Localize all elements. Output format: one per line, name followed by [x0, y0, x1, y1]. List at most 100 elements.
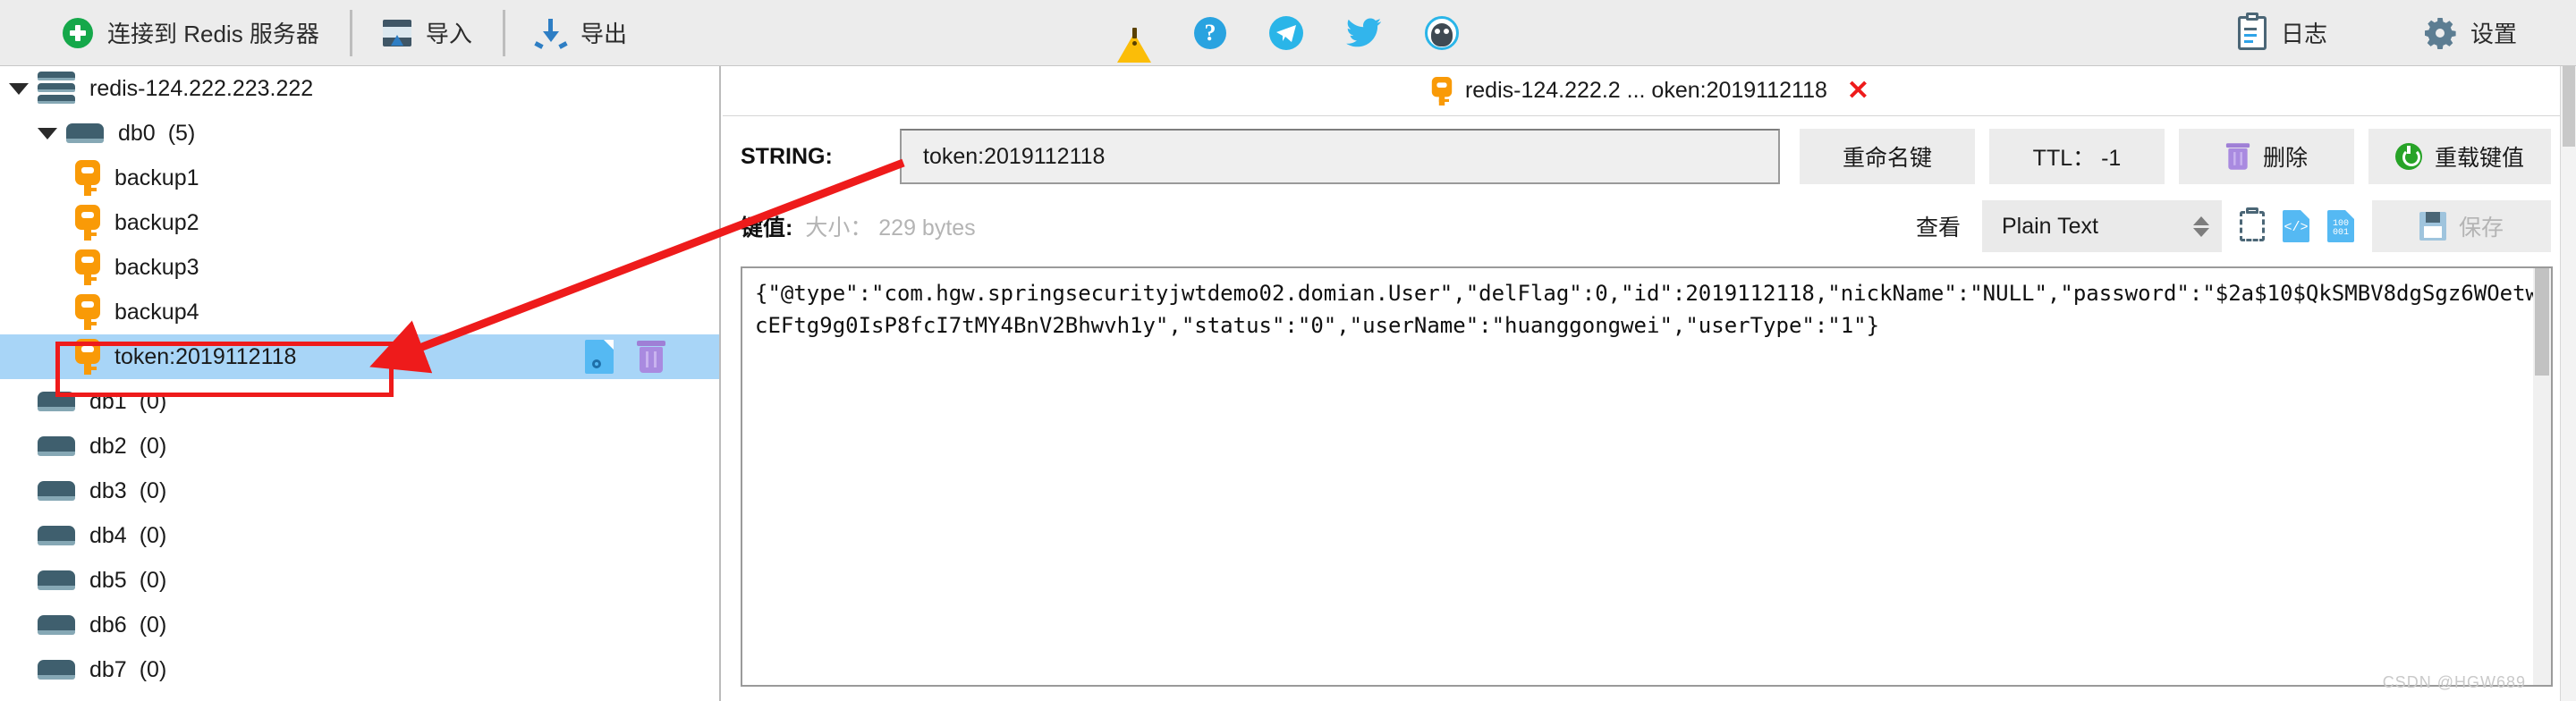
telegram-icon[interactable] [1269, 15, 1303, 50]
log-button[interactable]: 日志 [2215, 10, 2351, 56]
warning-icon[interactable] [1117, 17, 1151, 63]
tree-node-db4[interactable]: db4 (0) [0, 513, 719, 558]
tree-node-db7[interactable]: db7 (0) [0, 647, 719, 692]
reload-button-label: 重载键值 [2434, 146, 2524, 171]
ttl-button[interactable]: TTL： -1 [1988, 129, 2165, 184]
database-icon [38, 570, 75, 590]
view-label: 查看 [1915, 215, 1961, 241]
export-button[interactable]: 导出 [513, 10, 650, 56]
save-button-label: 保存 [2458, 215, 2504, 241]
tab-label: redis-124.222.2 ... oken:2019112118 [1464, 78, 1827, 103]
value-editor-content[interactable]: {"@type":"com.hgw.springsecurityjwtdemo0… [742, 268, 2551, 342]
value-size-label: 大小： 229 bytes [805, 215, 976, 241]
help-icon[interactable]: ? [1194, 16, 1226, 49]
reload-value-button[interactable]: 重载键值 [2368, 129, 2551, 184]
db-count: (0) [139, 388, 167, 414]
toolbar-center-links: ? [1117, 15, 1459, 63]
editor-vertical-scrollbar[interactable] [2533, 268, 2551, 685]
connect-button-label: 连接到 Redis 服务器 [107, 21, 319, 47]
chevron-down-icon[interactable] [9, 82, 29, 95]
save-icon [2419, 212, 2446, 241]
view-controls: 查看 Plain Text </> 100 001 保存 [1916, 200, 2551, 252]
database-icon [38, 481, 75, 501]
tree-key-backup3[interactable]: backup3 [0, 245, 719, 290]
db-count: (0) [139, 477, 167, 503]
server-icon [38, 72, 75, 106]
connect-plus-icon [63, 17, 93, 48]
edit-key-icon[interactable] [585, 340, 614, 374]
database-icon [38, 526, 75, 545]
toolbar-divider-2 [502, 9, 505, 56]
settings-button[interactable]: 设置 [2401, 10, 2540, 56]
db-label: db5 [89, 567, 127, 593]
tab-token-key[interactable]: redis-124.222.2 ... oken:2019112118 ✕ [1424, 73, 1875, 109]
tab-bar: redis-124.222.2 ... oken:2019112118 ✕ [723, 66, 2576, 116]
view-format-select[interactable]: Plain Text [1982, 200, 2222, 252]
watermark: CSDN @HGW689 [2382, 673, 2526, 691]
binary-view-icon[interactable]: 100 001 [2327, 210, 2354, 242]
scrollbar-thumb[interactable] [2563, 66, 2575, 147]
key-header-row: STRING: token:2019112118 重命名键 TTL： -1 删除… [723, 116, 2576, 184]
twitter-icon[interactable] [1346, 18, 1382, 48]
tree-node-db2[interactable]: db2 (0) [0, 424, 719, 469]
toolbar-right-group: 日志 设置 [2215, 10, 2540, 56]
log-button-label: 日志 [2280, 21, 2327, 47]
delete-key-button[interactable]: 删除 [2178, 129, 2354, 184]
tree-node-server[interactable]: redis-124.222.223.222 [0, 66, 719, 111]
connect-to-redis-button[interactable]: 连接到 Redis 服务器 [39, 10, 343, 56]
key-icon [75, 160, 100, 196]
tree-key-backup4[interactable]: backup4 [0, 290, 719, 334]
db-label: db4 [89, 522, 127, 548]
reload-icon [2394, 143, 2422, 170]
gear-icon [2424, 17, 2456, 49]
db-label: db6 [89, 612, 127, 638]
import-button-label: 导入 [425, 21, 472, 47]
tree-key-backup2[interactable]: backup2 [0, 200, 719, 245]
db-label: db1 [89, 388, 127, 414]
key-label: token:2019112118 [114, 343, 297, 369]
window-vertical-scrollbar[interactable] [2560, 66, 2576, 701]
db-label: db7 [89, 656, 127, 682]
key-label: backup1 [114, 165, 199, 190]
key-icon [75, 205, 100, 241]
db-count: (0) [139, 567, 167, 593]
key-label: backup3 [114, 254, 199, 280]
top-toolbar: 连接到 Redis 服务器 导入 导出 ? 日志 设置 [0, 0, 2576, 66]
scrollbar-thumb[interactable] [2535, 268, 2549, 376]
github-icon[interactable] [1425, 15, 1459, 50]
db-count: (0) [139, 522, 167, 548]
tree-node-db0[interactable]: db0 (5) [0, 111, 719, 156]
value-label: 键值: [741, 215, 793, 241]
tree-key-backup1[interactable]: backup1 [0, 156, 719, 200]
key-detail-pane: redis-124.222.2 ... oken:2019112118 ✕ ST… [723, 66, 2576, 701]
row-action-group [585, 340, 665, 374]
tree-node-db6[interactable]: db6 (0) [0, 603, 719, 647]
key-tree-sidebar: redis-124.222.223.222 db0 (5) backup1 ba… [0, 66, 721, 701]
tree-node-db5[interactable]: db5 (0) [0, 558, 719, 603]
tree-node-db1[interactable]: db1 (0) [0, 379, 719, 424]
export-button-label: 导出 [580, 21, 627, 47]
copy-icon[interactable] [2240, 207, 2265, 241]
save-button[interactable]: 保存 [2372, 200, 2551, 252]
delete-key-icon[interactable] [637, 341, 665, 373]
export-icon [534, 18, 568, 49]
import-button[interactable]: 导入 [360, 10, 496, 56]
tree-key-token-selected[interactable]: token:2019112118 [0, 334, 719, 379]
key-name-input[interactable]: token:2019112118 [900, 129, 1780, 184]
settings-button-label: 设置 [2470, 21, 2517, 47]
app-root: 连接到 Redis 服务器 导入 导出 ? 日志 设置 redis-124.22… [0, 0, 2576, 701]
code-view-icon[interactable]: </> [2283, 210, 2309, 242]
close-icon[interactable]: ✕ [1847, 77, 1869, 105]
key-label: backup2 [114, 209, 199, 235]
key-icon [75, 249, 100, 285]
database-icon [38, 615, 75, 635]
chevron-down-icon[interactable] [38, 127, 57, 139]
database-icon [38, 436, 75, 456]
rename-key-button[interactable]: 重命名键 [1799, 129, 1975, 184]
view-format-value: Plain Text [2002, 213, 2098, 239]
tree-node-db3[interactable]: db3 (0) [0, 469, 719, 513]
database-icon [38, 660, 75, 680]
db-count: (0) [139, 433, 167, 459]
toolbar-left-group: 连接到 Redis 服务器 导入 导出 [0, 9, 650, 56]
value-editor[interactable]: {"@type":"com.hgw.springsecurityjwtdemo0… [741, 266, 2553, 687]
